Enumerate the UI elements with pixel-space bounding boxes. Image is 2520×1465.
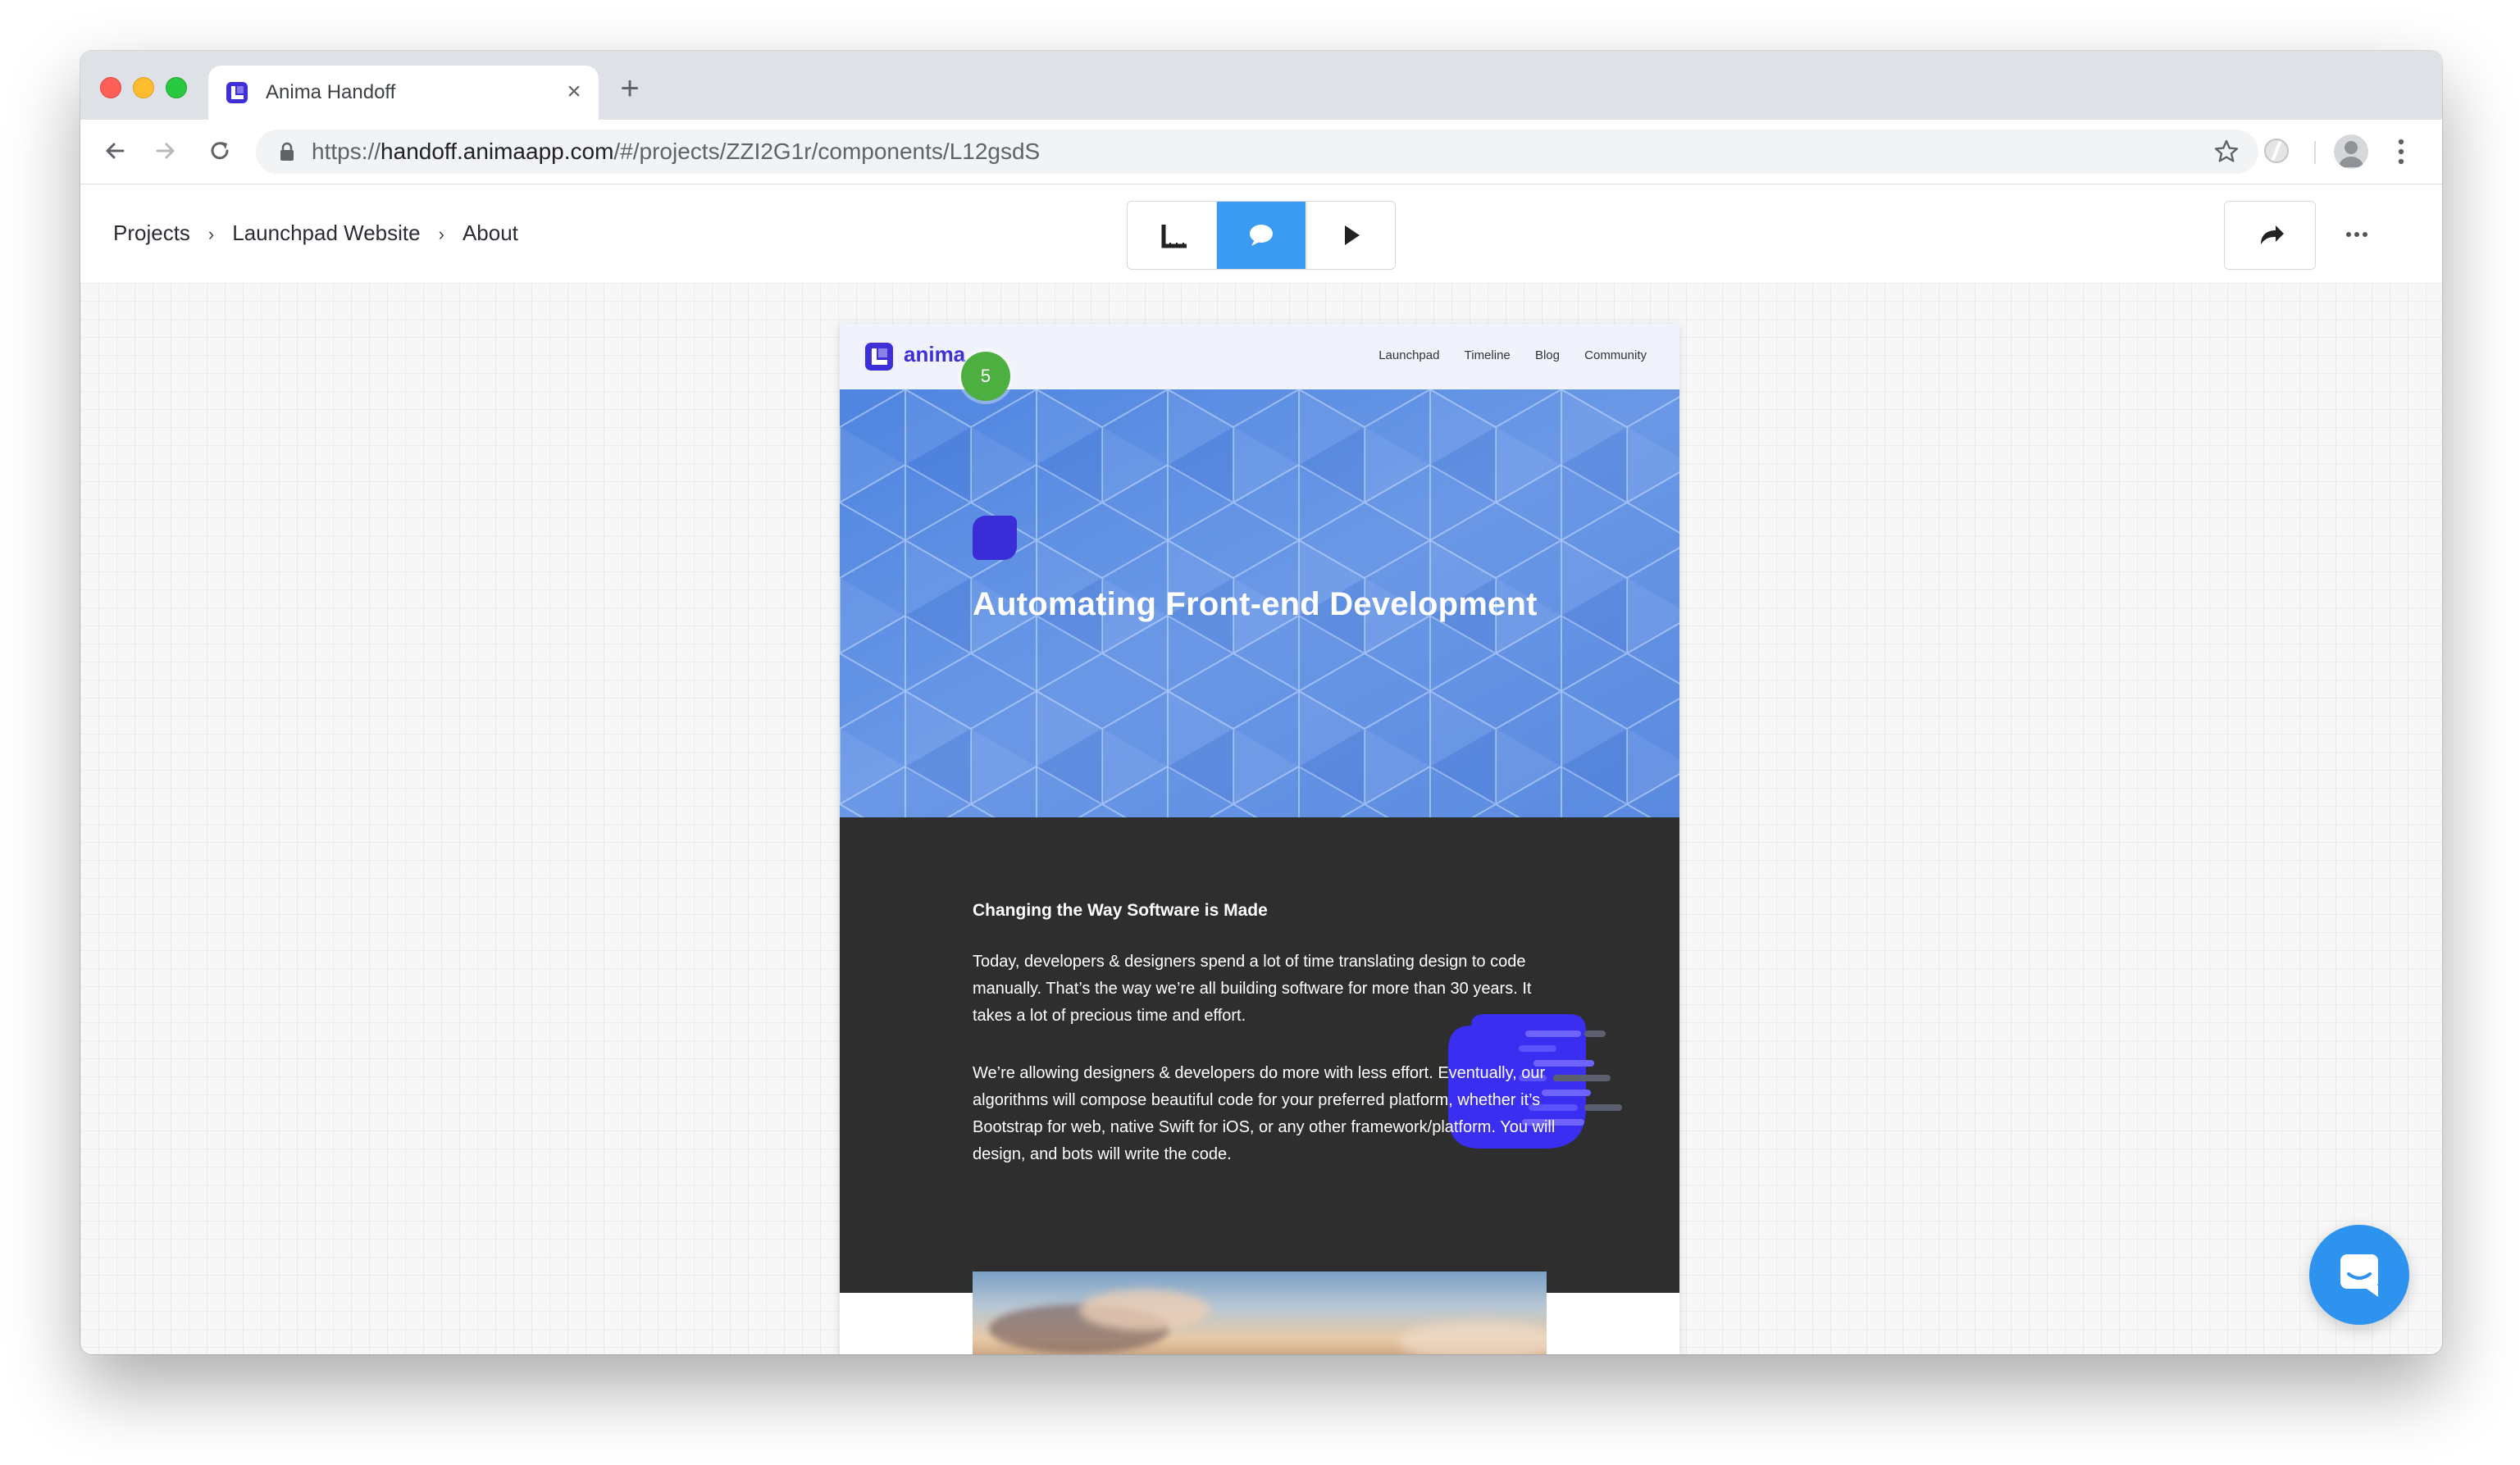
tab-close-icon[interactable]: × (561, 79, 587, 105)
kebab-menu-icon[interactable] (2390, 134, 2413, 169)
reload-icon[interactable] (203, 134, 236, 167)
play-icon (1345, 225, 1360, 245)
site-logo-text: anima (904, 342, 966, 366)
ruler-icon (1161, 225, 1187, 248)
comment-pin-badge[interactable]: 5 (961, 352, 1010, 401)
tab-title: Anima Handoff (266, 81, 396, 103)
lock-icon (280, 142, 294, 161)
site-link-timeline[interactable]: Timeline (1465, 348, 1511, 362)
content-section: Changing the Way Software is Made Today,… (840, 817, 1679, 1293)
site-link-launchpad[interactable]: Launchpad (1378, 348, 1439, 362)
back-arrow-icon[interactable] (98, 134, 131, 167)
chat-launcher-button[interactable] (2309, 1225, 2409, 1325)
inspect-mode-button[interactable] (1128, 202, 1217, 269)
design-canvas[interactable]: anima Launchpad Timeline Blog Community (80, 283, 2442, 1354)
photo-cloud (1399, 1321, 1547, 1354)
share-button[interactable] (2224, 201, 2316, 270)
photo-cloud (1079, 1290, 1210, 1331)
star-icon[interactable] (2212, 138, 2240, 166)
anima-favicon-icon (226, 82, 248, 103)
app-header: Projects › Launchpad Website › About (80, 184, 2442, 283)
share-arrow-icon (2261, 225, 2284, 244)
url-path: /#/projects/ZZI2G1r/components/L12gsdS (613, 139, 1041, 164)
comment-mode-button[interactable] (1217, 202, 1306, 269)
chat-bubble-icon (2340, 1254, 2378, 1297)
url-text: https://handoff.animaapp.com/#/projects/… (312, 139, 1040, 164)
section-paragraph-2: We’re allowing designers & developers do… (973, 1064, 1556, 1163)
browser-toolbar: https://handoff.animaapp.com/#/projects/… (80, 120, 2442, 184)
new-tab-button[interactable]: + (615, 72, 645, 105)
site-link-blog[interactable]: Blog (1535, 348, 1560, 362)
extension-icon[interactable] (2262, 136, 2291, 166)
forward-arrow-icon[interactable] (149, 134, 182, 167)
section-heading: Changing the Way Software is Made (973, 901, 1268, 920)
more-options-icon[interactable] (2342, 222, 2372, 247)
hero-section: Automating Front-end Development (840, 389, 1679, 817)
breadcrumb: Projects › Launchpad Website › About (113, 219, 518, 248)
profile-avatar-icon[interactable] (2334, 134, 2368, 169)
site-link-community[interactable]: Community (1584, 348, 1647, 362)
sky-photo-image (973, 1272, 1547, 1354)
artboard-about[interactable]: anima Launchpad Timeline Blog Community (840, 324, 1679, 1354)
tab-strip: Anima Handoff × + (80, 51, 2442, 120)
minimize-window-button[interactable] (133, 77, 154, 98)
close-window-button[interactable] (100, 77, 121, 98)
breadcrumb-about: About (462, 221, 518, 245)
comment-bubble-icon (1250, 225, 1273, 246)
url-scheme: https:// (312, 139, 381, 164)
mode-switcher (1127, 201, 1396, 270)
breadcrumb-projects[interactable]: Projects (113, 221, 190, 245)
breadcrumb-separator: › (438, 224, 444, 244)
url-host: handoff.animaapp.com (381, 139, 614, 164)
hero-badge-shape (973, 516, 1017, 560)
zoom-window-button[interactable] (166, 77, 187, 98)
breadcrumb-launchpad-website[interactable]: Launchpad Website (232, 221, 420, 245)
site-nav-links: Launchpad Timeline Blog Community (1357, 348, 1647, 362)
anima-logo-icon (865, 343, 893, 371)
browser-tab-active[interactable]: Anima Handoff × (208, 66, 599, 120)
address-bar[interactable]: https://handoff.animaapp.com/#/projects/… (256, 130, 2258, 174)
hero-title: Automating Front-end Development (973, 586, 1538, 622)
browser-window: Anima Handoff × + https://handoff.animaa… (80, 51, 2442, 1354)
toolbar-divider (2314, 141, 2316, 164)
breadcrumb-separator: › (207, 224, 215, 244)
preview-play-button[interactable] (1306, 202, 1395, 269)
